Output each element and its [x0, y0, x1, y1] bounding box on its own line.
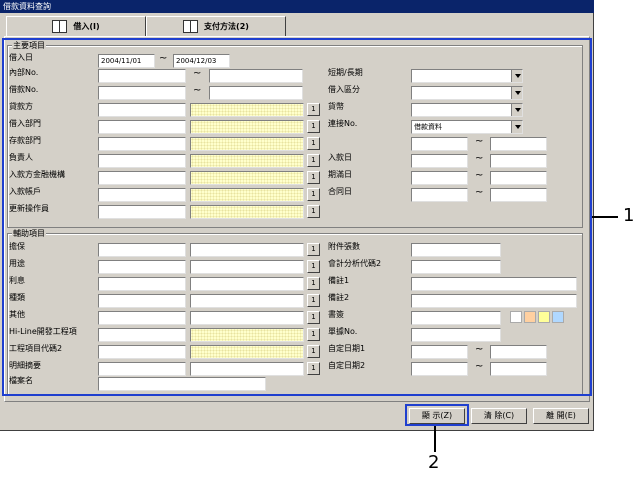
tab-borrow-label: 借入(I) — [73, 22, 100, 31]
tab-borrow[interactable]: 借入(I) — [6, 16, 146, 36]
clear-button[interactable]: 清 除(C) — [471, 408, 527, 424]
callout-line-1 — [592, 216, 618, 218]
callout-box-2 — [405, 404, 469, 426]
callout-number-1: 1 — [623, 205, 635, 226]
book-icon — [52, 20, 68, 33]
tab-payment-method-label: 支付方法(2) — [204, 22, 249, 31]
window-title: 借款資料查詢 — [0, 0, 594, 13]
close-button[interactable]: 離 開(E) — [533, 408, 589, 424]
callout-number-2: 2 — [428, 452, 440, 473]
tab-payment-method[interactable]: 支付方法(2) — [146, 16, 286, 36]
document-icon — [183, 20, 199, 33]
callout-box-1 — [2, 38, 592, 396]
callout-line-2 — [434, 426, 436, 452]
